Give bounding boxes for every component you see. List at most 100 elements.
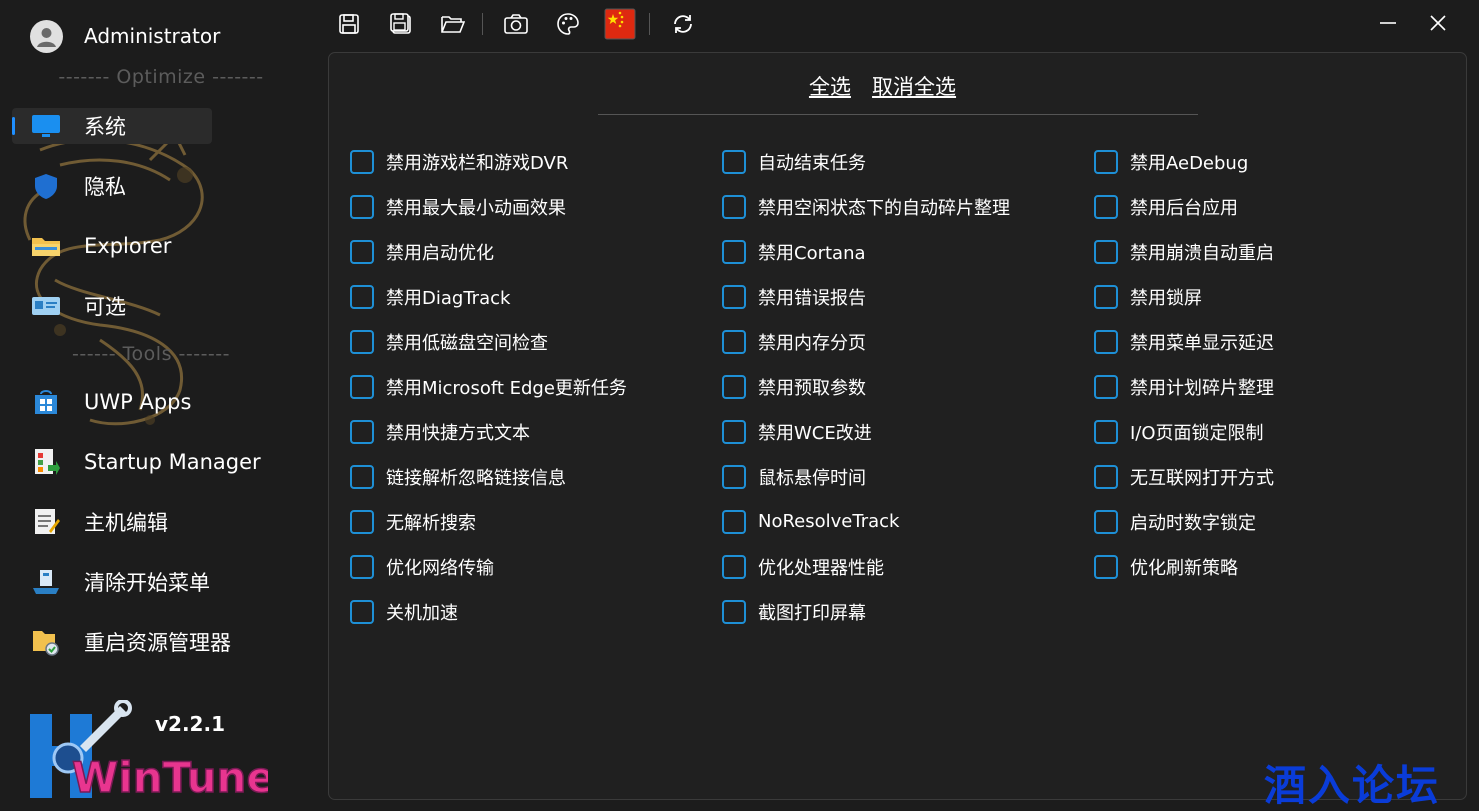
deselect-all-link[interactable]: 取消全选 [872, 75, 956, 99]
minimize-button[interactable] [1367, 8, 1409, 38]
option-checkbox[interactable]: 禁用菜单显示延迟 [1094, 319, 1274, 364]
option-checkbox[interactable]: 禁用后台应用 [1094, 184, 1274, 229]
option-checkbox[interactable]: 启动时数字锁定 [1094, 499, 1274, 544]
checkbox-box[interactable] [350, 374, 374, 399]
checkbox-box[interactable] [1094, 149, 1118, 174]
option-checkbox[interactable]: 优化刷新策略 [1094, 544, 1274, 589]
option-checkbox[interactable]: 鼠标悬停时间 [722, 454, 1010, 499]
option-checkbox[interactable]: 禁用DiagTrack [350, 274, 627, 319]
checkbox-box[interactable] [1094, 284, 1118, 309]
option-checkbox[interactable]: NoResolveTrack [722, 499, 1010, 544]
nav-label: 隐私 [84, 175, 126, 199]
checkbox-box[interactable] [350, 419, 374, 444]
screenshot-button[interactable] [497, 6, 535, 42]
option-label: 禁用Microsoft Edge更新任务 [386, 377, 627, 399]
checkbox-box[interactable] [722, 599, 746, 624]
camera-icon [504, 14, 528, 34]
checkbox-box[interactable] [350, 239, 374, 264]
checkbox-box[interactable] [350, 149, 374, 174]
option-checkbox[interactable]: 禁用低磁盘空间检查 [350, 319, 627, 364]
checkbox-box[interactable] [350, 464, 374, 489]
option-checkbox[interactable]: 禁用计划碎片整理 [1094, 364, 1274, 409]
option-checkbox[interactable]: 禁用游戏栏和游戏DVR [350, 139, 627, 184]
tools-divider: ------ Tools ------- [71, 343, 230, 365]
option-checkbox[interactable]: 禁用空闲状态下的自动碎片整理 [722, 184, 1010, 229]
checkbox-box[interactable] [722, 149, 746, 174]
checkbox-box[interactable] [350, 284, 374, 309]
optimize-divider: ------- Optimize ------- [58, 66, 264, 88]
nav-item-restart-explorer[interactable]: 重启资源管理器 [12, 624, 231, 660]
option-checkbox[interactable]: 禁用AeDebug [1094, 139, 1274, 184]
option-label: 禁用锁屏 [1130, 287, 1202, 309]
option-checkbox[interactable]: 禁用最大最小动画效果 [350, 184, 627, 229]
checkbox-box[interactable] [1094, 419, 1118, 444]
option-checkbox[interactable]: 禁用崩溃自动重启 [1094, 229, 1274, 274]
divider-line [598, 114, 1198, 115]
nav-item-startup-manager[interactable]: Startup Manager [12, 444, 261, 480]
option-checkbox[interactable]: 链接解析忽略链接信息 [350, 454, 627, 499]
nav-item-optional[interactable]: 可选 [12, 288, 212, 324]
select-all-link[interactable]: 全选 [809, 75, 851, 99]
close-button[interactable] [1417, 8, 1459, 38]
user-avatar [30, 19, 63, 53]
control-panel-icon [31, 291, 61, 321]
option-checkbox[interactable]: I/O页面锁定限制 [1094, 409, 1274, 454]
option-checkbox[interactable]: 无互联网打开方式 [1094, 454, 1274, 499]
nav-item-uwp-apps[interactable]: UWP Apps [12, 384, 212, 420]
option-checkbox[interactable]: 禁用锁屏 [1094, 274, 1274, 319]
option-checkbox[interactable]: 无解析搜索 [350, 499, 627, 544]
option-label: 禁用崩溃自动重启 [1130, 242, 1274, 264]
checkbox-box[interactable] [350, 509, 374, 534]
option-label: 禁用菜单显示延迟 [1130, 332, 1274, 354]
option-checkbox[interactable]: 禁用Microsoft Edge更新任务 [350, 364, 627, 409]
option-checkbox[interactable]: 自动结束任务 [722, 139, 1010, 184]
save-button[interactable] [330, 6, 368, 42]
checkbox-box[interactable] [722, 554, 746, 579]
checkbox-box[interactable] [1094, 464, 1118, 489]
save-as-button[interactable] [382, 6, 420, 42]
theme-button[interactable] [549, 6, 587, 42]
checkbox-box[interactable] [722, 329, 746, 354]
language-button[interactable] [601, 6, 639, 42]
checkbox-box[interactable] [1094, 374, 1118, 399]
restart-explorer-icon [31, 627, 61, 657]
nav-item-hosts-edit[interactable]: 主机编辑 [12, 504, 212, 540]
checkbox-box[interactable] [722, 374, 746, 399]
checkbox-box[interactable] [1094, 239, 1118, 264]
checkbox-box[interactable] [722, 464, 746, 489]
option-checkbox[interactable]: 禁用预取参数 [722, 364, 1010, 409]
user-profile[interactable]: Administrator [30, 18, 220, 54]
option-checkbox[interactable]: 禁用快捷方式文本 [350, 409, 627, 454]
option-checkbox[interactable]: 截图打印屏幕 [722, 589, 1010, 634]
option-checkbox[interactable]: 禁用启动优化 [350, 229, 627, 274]
minimize-icon [1380, 22, 1396, 24]
checkbox-box[interactable] [350, 599, 374, 624]
checkbox-box[interactable] [722, 194, 746, 219]
checkbox-box[interactable] [1094, 194, 1118, 219]
checkbox-box[interactable] [722, 419, 746, 444]
option-checkbox[interactable]: 禁用Cortana [722, 229, 1010, 274]
nav-item-clean-start-menu[interactable]: 清除开始菜单 [12, 564, 212, 600]
option-checkbox[interactable]: 禁用错误报告 [722, 274, 1010, 319]
open-button[interactable] [434, 6, 472, 42]
option-checkbox[interactable]: 关机加速 [350, 589, 627, 634]
option-label: 禁用AeDebug [1130, 152, 1249, 174]
nav-item-system[interactable]: 系统 [12, 108, 212, 144]
nav-item-explorer[interactable]: Explorer [12, 228, 212, 264]
checkbox-box[interactable] [1094, 509, 1118, 534]
checkbox-box[interactable] [722, 284, 746, 309]
option-label: 鼠标悬停时间 [758, 467, 866, 489]
checkbox-box[interactable] [722, 239, 746, 264]
checkbox-box[interactable] [350, 329, 374, 354]
nav-item-privacy[interactable]: 隐私 [12, 168, 212, 204]
option-checkbox[interactable]: 优化网络传输 [350, 544, 627, 589]
checkbox-box[interactable] [722, 509, 746, 534]
checkbox-box[interactable] [350, 194, 374, 219]
option-checkbox[interactable]: 禁用WCE改进 [722, 409, 1010, 454]
option-checkbox[interactable]: 禁用内存分页 [722, 319, 1010, 364]
checkbox-box[interactable] [350, 554, 374, 579]
refresh-button[interactable] [664, 6, 702, 42]
checkbox-box[interactable] [1094, 329, 1118, 354]
option-checkbox[interactable]: 优化处理器性能 [722, 544, 1010, 589]
checkbox-box[interactable] [1094, 554, 1118, 579]
